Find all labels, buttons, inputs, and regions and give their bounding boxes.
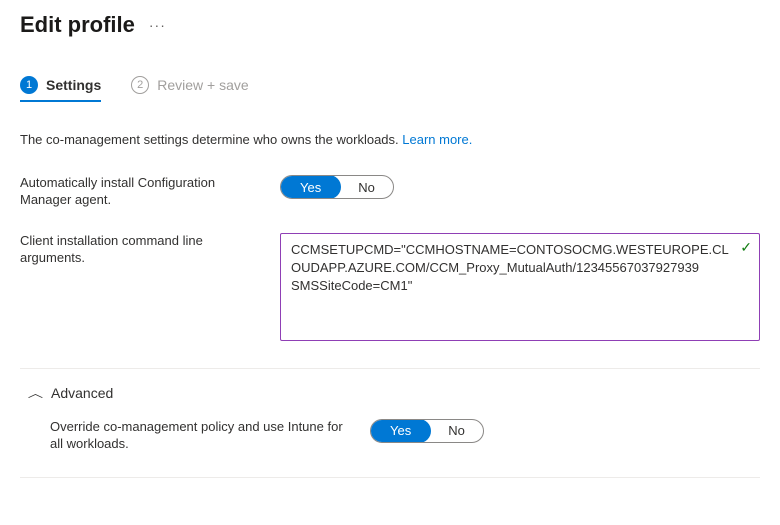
- wizard-tabs: 1 Settings 2 Review + save: [20, 76, 760, 102]
- toggle-no[interactable]: No: [340, 176, 393, 198]
- override-label: Override co-management policy and use In…: [50, 419, 370, 453]
- divider: [20, 368, 760, 369]
- tab-label: Settings: [46, 77, 101, 93]
- tab-badge: 2: [131, 76, 149, 94]
- toggle-yes[interactable]: Yes: [370, 419, 431, 443]
- row-cmdline: Client installation command line argumen…: [20, 233, 760, 344]
- toggle-yes[interactable]: Yes: [280, 175, 341, 199]
- row-override: Override co-management policy and use In…: [50, 419, 760, 453]
- tab-review-save[interactable]: 2 Review + save: [131, 76, 248, 102]
- tab-settings[interactable]: 1 Settings: [20, 76, 101, 102]
- advanced-title: Advanced: [51, 385, 113, 401]
- checkmark-icon: ✓: [740, 239, 752, 256]
- row-auto-install: Automatically install Configuration Mana…: [20, 175, 760, 209]
- chevron-up-icon: ︿: [28, 385, 43, 401]
- more-icon[interactable]: ···: [149, 17, 166, 33]
- advanced-section-header[interactable]: ︿ Advanced: [20, 385, 760, 401]
- tab-badge: 1: [20, 76, 38, 94]
- description-text: The co-management settings determine who…: [20, 132, 760, 147]
- toggle-no[interactable]: No: [430, 420, 483, 442]
- auto-install-toggle[interactable]: Yes No: [280, 175, 394, 199]
- tab-label: Review + save: [157, 77, 248, 93]
- divider: [20, 477, 760, 478]
- cmdline-label: Client installation command line argumen…: [20, 233, 280, 267]
- cmdline-input[interactable]: [280, 233, 760, 341]
- page-header: Edit profile ···: [20, 12, 760, 38]
- page-title: Edit profile: [20, 12, 135, 38]
- auto-install-label: Automatically install Configuration Mana…: [20, 175, 280, 209]
- override-toggle[interactable]: Yes No: [370, 419, 484, 443]
- learn-more-link[interactable]: Learn more.: [402, 132, 472, 147]
